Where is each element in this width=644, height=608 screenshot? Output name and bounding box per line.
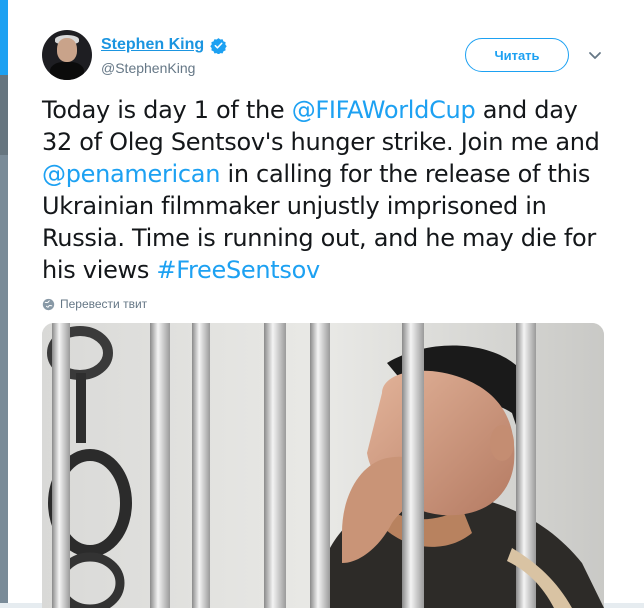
tweet-card: Stephen King @StephenKing Читать Today i… <box>8 0 644 608</box>
mention-link-fifaworldcup[interactable]: @FIFAWorldCup <box>292 96 476 124</box>
mention-link-penamerican[interactable]: @penamerican <box>42 160 220 188</box>
background-window-strip-2 <box>0 75 8 155</box>
author-name-row: Stephen King <box>101 35 227 55</box>
background-window-edge <box>0 0 8 603</box>
follow-button[interactable]: Читать <box>465 38 569 72</box>
tweet-photo[interactable] <box>42 323 604 608</box>
avatar-body <box>50 62 84 80</box>
chevron-down-icon[interactable] <box>586 46 604 64</box>
verified-badge-icon <box>210 37 227 54</box>
hashtag-link-freesentsov[interactable]: #FreeSentsov <box>156 256 320 284</box>
author-display-name[interactable]: Stephen King <box>101 36 204 54</box>
globe-icon <box>42 298 55 310</box>
avatar-face <box>57 38 77 62</box>
author-handle[interactable]: @StephenKing <box>101 60 195 76</box>
background-window-strip <box>0 0 8 75</box>
tweet-text-part: Today is day 1 of the <box>42 96 292 124</box>
translate-tweet-link[interactable]: Перевести твит <box>42 296 147 312</box>
avatar[interactable] <box>42 30 92 80</box>
tweet-text: Today is day 1 of the @FIFAWorldCup and … <box>42 94 612 286</box>
translate-label: Перевести твит <box>60 297 148 311</box>
tweet-photo-image <box>42 323 604 608</box>
